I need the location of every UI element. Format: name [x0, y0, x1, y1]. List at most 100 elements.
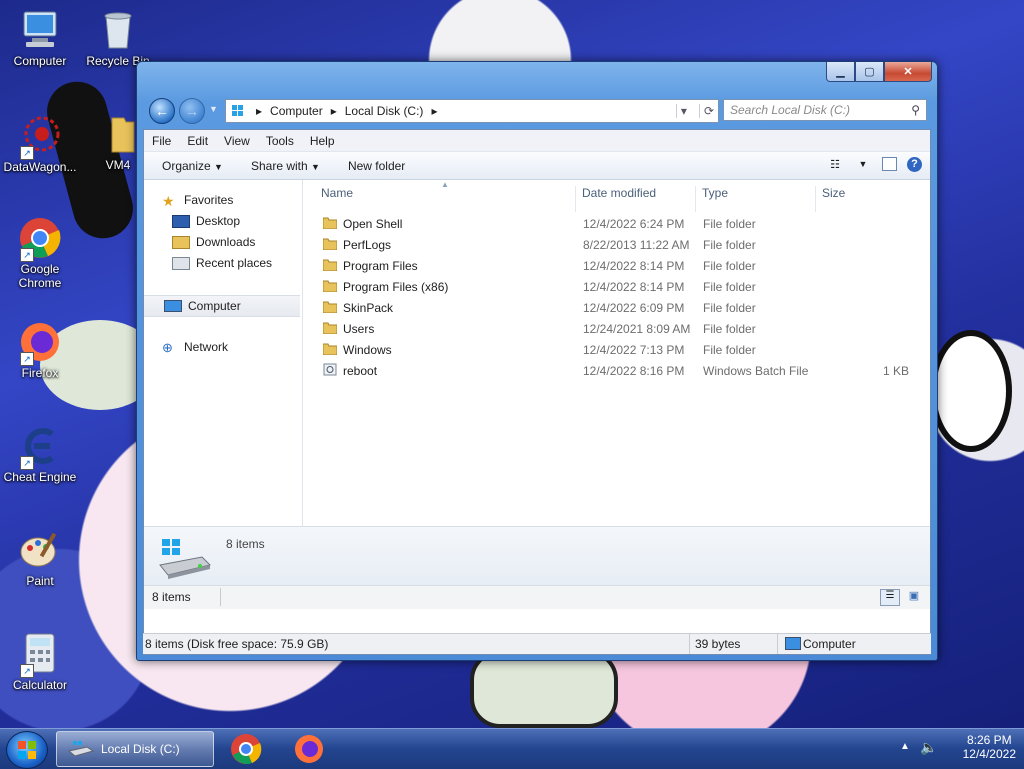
navigation-bar: ← → ▼ ▸ Computer ▸ Local Disk (C:) ▸ ▾ ⟳…: [145, 96, 929, 126]
file-type: File folder: [703, 217, 756, 231]
refresh-icon[interactable]: ⟳: [698, 104, 718, 118]
nav-network[interactable]: ⊕ Network: [162, 337, 318, 357]
drive-icon: [232, 105, 243, 116]
recent-places-icon: [172, 256, 190, 270]
tray-expand-icon[interactable]: ▲: [900, 741, 910, 752]
desktop-icon-paint[interactable]: Paint: [2, 528, 78, 588]
desktop-icon-cheat-engine[interactable]: ↗ Cheat Engine: [2, 424, 78, 484]
downloads-icon: [172, 235, 190, 249]
column-divider[interactable]: [815, 186, 816, 212]
nav-computer[interactable]: Computer: [144, 295, 300, 317]
computer-icon: [18, 8, 62, 52]
file-type: File folder: [703, 301, 756, 315]
preview-pane-icon[interactable]: [882, 157, 897, 171]
share-with-button[interactable]: Share with ▼: [241, 159, 330, 173]
calculator-icon: ↗: [18, 632, 62, 678]
file-name: Program Files: [343, 259, 418, 273]
table-row[interactable]: Program Files (x86) 12/4/2022 8:14 PM File…: [303, 277, 923, 298]
table-row[interactable]: Open Shell 12/4/2022 6:24 PM File folder: [303, 214, 923, 235]
back-button[interactable]: ←: [149, 98, 175, 124]
item-count-bar: 8 items ☰ ▣: [144, 585, 930, 609]
chrome-icon: [231, 734, 262, 764]
column-name[interactable]: Name: [321, 186, 353, 200]
nav-label: Favorites: [184, 193, 234, 207]
search-input[interactable]: Search Local Disk (C:): [730, 103, 850, 117]
recent-pages-dropdown[interactable]: ▼: [209, 104, 218, 114]
table-row[interactable]: SkinPack 12/4/2022 6:09 PM File folder: [303, 298, 923, 319]
menu-tools[interactable]: Tools: [258, 134, 302, 148]
table-row[interactable]: PerfLogs 8/22/2013 11:22 AM File folder: [303, 235, 923, 256]
shortcut-arrow-icon: ↗: [20, 664, 34, 678]
table-row[interactable]: Program Files 12/4/2022 8:14 PM File folde…: [303, 256, 923, 277]
desktop-icon-chrome[interactable]: ↗ Google Chrome: [2, 216, 78, 290]
desktop-icon-computer[interactable]: Computer: [2, 8, 78, 68]
desktop-icon-recycle-bin[interactable]: Recycle Bin: [80, 8, 156, 68]
help-icon[interactable]: ?: [907, 156, 922, 172]
folder-icon: [96, 112, 140, 156]
new-folder-button[interactable]: New folder: [338, 159, 415, 173]
volume-icon[interactable]: 🔈: [920, 739, 937, 756]
large-icons-view-icon[interactable]: ▣: [906, 589, 922, 604]
menu-view[interactable]: View: [216, 134, 258, 148]
divider: [689, 634, 690, 654]
paint-icon: [18, 528, 62, 572]
view-options-icon[interactable]: ☷: [826, 155, 844, 173]
table-row[interactable]: Windows 12/4/2022 7:13 PM File folder: [303, 340, 923, 361]
file-name: Users: [343, 322, 375, 336]
forward-button[interactable]: →: [179, 98, 205, 124]
divider: [777, 634, 778, 654]
column-type[interactable]: Type: [702, 186, 728, 200]
address-bar[interactable]: ▸ Computer ▸ Local Disk (C:) ▸ ▾ ⟳: [225, 99, 719, 123]
desktop-icon: [172, 214, 190, 228]
start-button[interactable]: [6, 731, 48, 769]
status-bar: 8 items (Disk free space: 75.9 GB) 39 by…: [143, 633, 931, 654]
explorer-body: File Edit View Tools Help Organize ▼ Sha…: [143, 129, 931, 655]
clock[interactable]: 8:26 PM 12/4/2022: [963, 733, 1016, 761]
chevron-down-icon[interactable]: ▼: [854, 155, 872, 173]
table-row[interactable]: reboot 12/4/2022 8:16 PM Windows Batch Fil…: [303, 361, 923, 382]
close-button[interactable]: ✕: [884, 62, 932, 82]
breadcrumb-local-disk[interactable]: Local Disk (C:): [345, 104, 424, 118]
breadcrumb-computer[interactable]: Computer: [270, 104, 323, 118]
recycle-bin-icon: [96, 8, 140, 52]
menu-file[interactable]: File: [144, 134, 179, 148]
column-divider[interactable]: [695, 186, 696, 212]
desktop-icon-label: Google Chrome: [18, 262, 62, 290]
file-name: Windows: [343, 343, 392, 357]
details-pane: 8 items: [144, 526, 930, 586]
table-row[interactable]: Users 12/24/2021 8:09 AM File folder: [303, 319, 923, 340]
menu-edit[interactable]: Edit: [179, 134, 216, 148]
search-icon[interactable]: ⚲: [911, 103, 920, 117]
item-count-text: 8 items: [152, 590, 191, 604]
address-dropdown[interactable]: ▾: [675, 104, 691, 118]
network-icon: ⊕: [162, 340, 173, 355]
desktop-icon-label: Cheat Engine: [3, 470, 77, 484]
organize-button[interactable]: Organize ▼: [152, 159, 233, 173]
minimize-button[interactable]: ▁: [826, 62, 855, 82]
caption-buttons: ▁ ▢ ✕: [826, 62, 932, 82]
file-date: 12/4/2022 6:09 PM: [583, 301, 685, 315]
column-size[interactable]: Size: [822, 186, 845, 200]
file-date: 12/4/2022 8:14 PM: [583, 280, 685, 294]
desktop-icon-firefox[interactable]: ↗ Firefox: [2, 320, 78, 380]
desktop-icon-datawagon[interactable]: ↗ DataWagon...: [2, 114, 78, 174]
chevron-down-icon: ▼: [311, 161, 320, 172]
chrome-icon: ↗: [18, 216, 62, 262]
taskbar-firefox-button[interactable]: [293, 733, 325, 768]
file-list: Name ▲ Date modified Type Size Open Shel…: [303, 180, 930, 526]
cheat-engine-icon: ↗: [18, 424, 62, 470]
details-view-icon[interactable]: ☰: [880, 589, 900, 606]
nav-favorites[interactable]: ★ Favorites: [162, 190, 318, 210]
column-divider[interactable]: [575, 186, 576, 212]
search-box[interactable]: Search Local Disk (C:) ⚲: [723, 99, 927, 121]
computer-icon: [785, 637, 801, 650]
maximize-button[interactable]: ▢: [855, 62, 884, 82]
desktop-icon-calculator[interactable]: ↗ Calculator: [2, 632, 78, 692]
menu-help[interactable]: Help: [302, 134, 343, 148]
taskbar-explorer-button[interactable]: Local Disk (C:): [56, 731, 214, 767]
folder-icon: [323, 301, 337, 313]
column-date-modified[interactable]: Date modified: [582, 186, 656, 200]
star-icon: ★: [162, 193, 175, 209]
taskbar-chrome-button[interactable]: [230, 733, 262, 768]
status-summary: 8 items (Disk free space: 75.9 GB): [145, 637, 329, 651]
